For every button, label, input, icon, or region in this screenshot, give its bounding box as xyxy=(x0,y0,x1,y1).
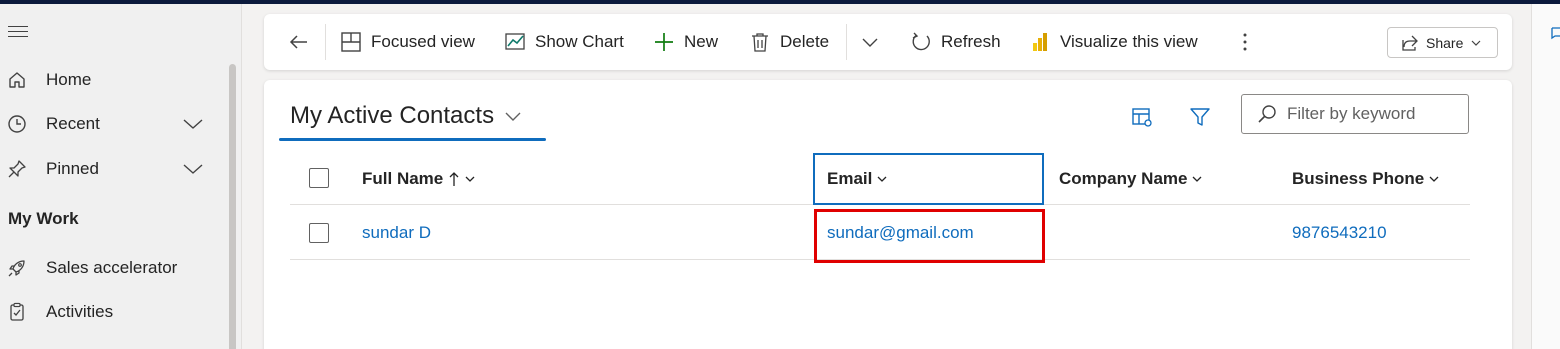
email-highlight-box xyxy=(814,209,1045,263)
view-selector-underline xyxy=(279,138,546,141)
more-vertical-icon xyxy=(1234,31,1256,53)
chevron-down-icon[interactable] xyxy=(182,117,204,131)
focused-view-button[interactable]: Focused view xyxy=(340,14,475,70)
row-select-checkbox[interactable] xyxy=(309,223,329,243)
sidebar-item-label: Recent xyxy=(46,114,100,133)
chevron-down-icon xyxy=(1429,175,1439,183)
search-icon xyxy=(1256,103,1278,125)
delete-label: Delete xyxy=(780,32,830,51)
sidebar-item-label: Home xyxy=(46,70,92,89)
grid-header-row: Full Name Email Company Name Business Ph… xyxy=(290,152,1470,205)
column-header-label: Email xyxy=(827,168,873,188)
new-label: New xyxy=(684,32,719,51)
filter-placeholder: Filter by keyword xyxy=(1287,104,1416,123)
pin-icon xyxy=(6,158,28,180)
sidebar-item-activities[interactable]: Activities xyxy=(0,292,228,332)
power-bi-icon xyxy=(1029,31,1051,53)
chevron-down-icon xyxy=(859,31,881,53)
command-bar: Focused view Show Chart New Delete Refre… xyxy=(264,14,1512,70)
share-label: Share xyxy=(1426,34,1464,51)
visualize-label: Visualize this view xyxy=(1060,32,1198,51)
column-header-email[interactable]: Email xyxy=(827,152,887,205)
new-button[interactable]: New xyxy=(653,14,718,70)
delete-button[interactable]: Delete xyxy=(749,14,829,70)
visualize-this-view-button[interactable]: Visualize this view xyxy=(1029,14,1198,70)
filter-icon[interactable] xyxy=(1188,105,1212,129)
column-header-full-name[interactable]: Full Name xyxy=(362,152,475,205)
divider xyxy=(846,24,847,60)
more-options-button[interactable] xyxy=(1234,14,1265,70)
chevron-down-icon xyxy=(877,175,887,183)
focused-view-label: Focused view xyxy=(371,32,475,51)
rocket-icon xyxy=(6,257,28,279)
grid-panel: My Active Contacts Filter by keyword Ful… xyxy=(264,80,1512,349)
back-arrow-icon xyxy=(288,31,310,53)
sidebar-item-label: Activities xyxy=(46,302,114,321)
filter-by-keyword-input[interactable]: Filter by keyword xyxy=(1241,94,1469,134)
hamburger-menu-icon[interactable] xyxy=(8,26,28,40)
table-row[interactable]: sundar D sundar@gmail.com 9876543210 xyxy=(290,206,1470,263)
home-icon xyxy=(6,69,28,91)
sidebar-item-sales-accelerator[interactable]: Sales accelerator xyxy=(0,248,228,288)
sort-ascending-icon xyxy=(449,171,459,187)
refresh-label: Refresh xyxy=(941,32,1001,51)
section-title-my-work: My Work xyxy=(8,209,79,228)
column-header-business-phone[interactable]: Business Phone xyxy=(1292,152,1439,205)
sidebar-item-label: Sales accelerator xyxy=(46,258,178,277)
sidebar-item-label: Pinned xyxy=(46,159,99,178)
chevron-down-icon xyxy=(465,175,475,183)
chevron-down-icon xyxy=(1192,175,1202,183)
chevron-down-icon xyxy=(1471,39,1481,47)
share-icon xyxy=(1401,34,1419,52)
refresh-icon xyxy=(910,31,932,53)
share-button[interactable]: Share xyxy=(1387,27,1498,58)
column-header-label: Company Name xyxy=(1059,168,1188,188)
show-chart-button[interactable]: Show Chart xyxy=(504,14,624,70)
sidebar-item-pinned[interactable]: Pinned xyxy=(0,149,228,189)
plus-icon xyxy=(653,31,675,53)
show-chart-label: Show Chart xyxy=(535,32,624,51)
chat-icon[interactable] xyxy=(1550,26,1560,42)
more-commands-dropdown[interactable] xyxy=(859,14,890,70)
chevron-down-icon[interactable] xyxy=(182,162,204,176)
view-selector[interactable]: My Active Contacts xyxy=(290,102,522,130)
trash-icon xyxy=(749,31,771,53)
cell-full-name-link[interactable]: sundar D xyxy=(362,206,431,260)
view-title: My Active Contacts xyxy=(290,102,495,129)
edit-columns-icon[interactable] xyxy=(1130,105,1154,129)
column-header-label: Full Name xyxy=(362,168,444,188)
column-header-label: Business Phone xyxy=(1292,168,1425,188)
right-side-pane xyxy=(1531,4,1560,349)
focused-view-icon xyxy=(340,31,362,53)
chevron-down-icon xyxy=(504,110,522,122)
chart-icon xyxy=(504,31,526,53)
sidebar: Home Recent Pinned My Work Sales acceler… xyxy=(0,4,242,349)
sidebar-item-recent[interactable]: Recent xyxy=(0,104,228,144)
column-header-company-name[interactable]: Company Name xyxy=(1059,152,1202,205)
sidebar-item-home[interactable]: Home xyxy=(0,60,228,100)
clock-icon xyxy=(6,113,28,135)
divider xyxy=(325,24,326,60)
refresh-button[interactable]: Refresh xyxy=(910,14,1001,70)
clipboard-icon xyxy=(6,301,28,323)
cell-business-phone-link[interactable]: 9876543210 xyxy=(1292,206,1387,260)
back-button[interactable] xyxy=(288,14,319,70)
sidebar-scrollbar[interactable] xyxy=(229,64,236,349)
select-all-checkbox[interactable] xyxy=(309,168,329,188)
